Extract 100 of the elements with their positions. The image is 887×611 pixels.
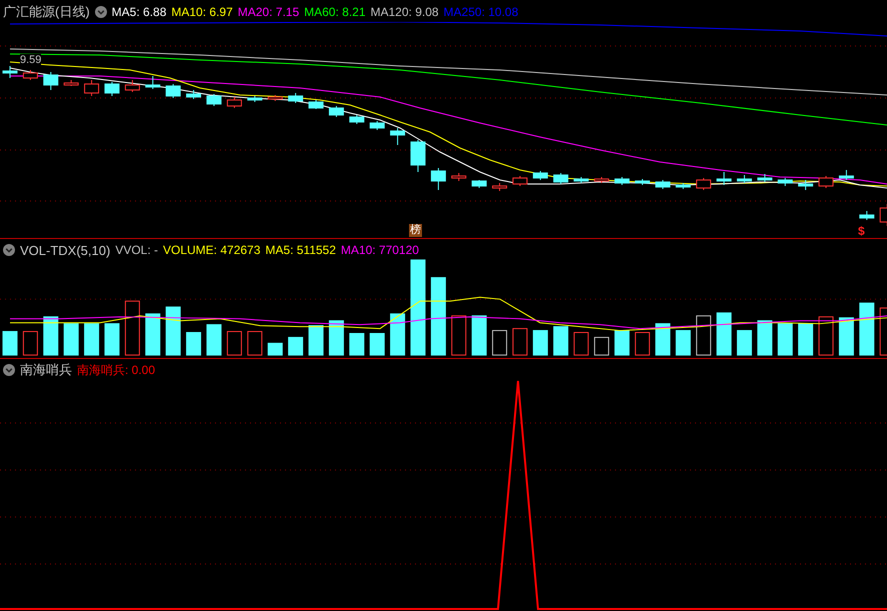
volume-bar [268,342,283,356]
candle [512,176,528,186]
volume-bar [145,313,160,356]
volume-bar [104,323,120,356]
candle [410,140,426,172]
candle [757,174,772,182]
volume-bar [736,330,752,356]
candle [349,114,364,124]
volume-bar [247,331,262,356]
volume-bar [594,336,610,356]
candle [798,180,814,190]
volume-bar [206,324,222,356]
price-label: 9.59 [20,54,42,66]
candle [288,92,304,104]
candle [696,178,712,190]
volume-bar [655,323,670,356]
volume-label: VOLUME: 472673 [163,243,260,257]
volume-label: MA10: 770120 [340,243,419,257]
volume-bar [532,330,548,356]
volume-bar [716,312,732,356]
moving-average-label: MA250: 10.08 [444,5,518,19]
candle [226,96,242,108]
indicator-value-label: 南海哨兵: 0.00 [77,362,156,378]
volume-bar [22,331,38,356]
indicator-title: VOL-TDX(5,10) [20,242,110,258]
candle [655,180,670,190]
volume-bar [614,330,630,356]
volume-bar [553,326,568,356]
volume-bar [328,320,344,356]
stock-title: 广汇能源(日线) [3,3,90,21]
candle [166,84,181,98]
candle [308,100,324,110]
candle [716,172,732,186]
volume-bar [778,323,793,356]
volume-bar [43,316,58,356]
volume-bar [186,332,202,356]
candle [472,180,487,188]
signal-marker: $ [858,224,865,238]
volume-bar [574,332,589,356]
moving-average-label: MA60: 8.21 [304,5,366,19]
volume-bar [308,325,324,356]
candle [818,176,834,188]
volume-bar [472,315,487,356]
volume-bar [166,306,181,356]
candle [186,90,202,100]
volume-bar [2,331,18,356]
volume-bar [451,315,466,356]
candle [370,120,385,130]
candle [676,182,691,190]
moving-average-label: MA5: 6.88 [112,5,166,19]
candle [614,176,630,186]
candle [390,128,406,146]
candle [328,106,344,118]
moving-average-label: MA10: 6.97 [171,5,233,19]
indicator-title: 南海哨兵 [20,361,72,379]
candle [124,80,140,92]
candle [532,170,548,180]
volume-bar [370,333,385,356]
volume-label: MA5: 511552 [265,243,336,257]
candle [2,66,18,78]
candle [634,178,650,186]
volume-bar [349,333,364,356]
candle [778,178,793,186]
candle [43,72,58,90]
volume-bar [492,330,508,356]
candle [553,172,568,184]
candle [84,80,100,96]
volume-bar [676,330,691,356]
candle [268,94,283,102]
candle [104,82,120,96]
volume-bar [838,317,854,356]
volume-bar [634,332,650,356]
candle [736,174,752,184]
volume-bar [64,323,79,356]
moving-average-label: MA120: 9.08 [370,5,439,19]
rank-badge: 榜 [409,224,422,237]
volume-bar [757,320,772,356]
candle [838,170,854,180]
candle [145,76,160,90]
candle [574,176,589,184]
volume-bar [859,302,874,356]
volume-bar [512,328,528,356]
volume-bar [226,331,242,356]
volume-label: VVOL: - [115,243,158,257]
candle [859,210,874,220]
candle [22,70,38,80]
volume-bar [798,323,814,356]
volume-bar [84,323,100,356]
volume-bar [124,300,140,356]
chevron-circle-icon[interactable] [3,244,15,256]
volume-bar [696,315,712,356]
chevron-circle-icon[interactable] [3,364,15,376]
candle [430,168,446,190]
chevron-circle-icon[interactable] [94,6,107,18]
moving-average-label: MA20: 7.15 [238,5,300,19]
candle [247,96,262,102]
volume-bar [288,336,304,356]
candle [594,176,610,184]
volume-bar [818,316,834,356]
candle [206,94,222,106]
